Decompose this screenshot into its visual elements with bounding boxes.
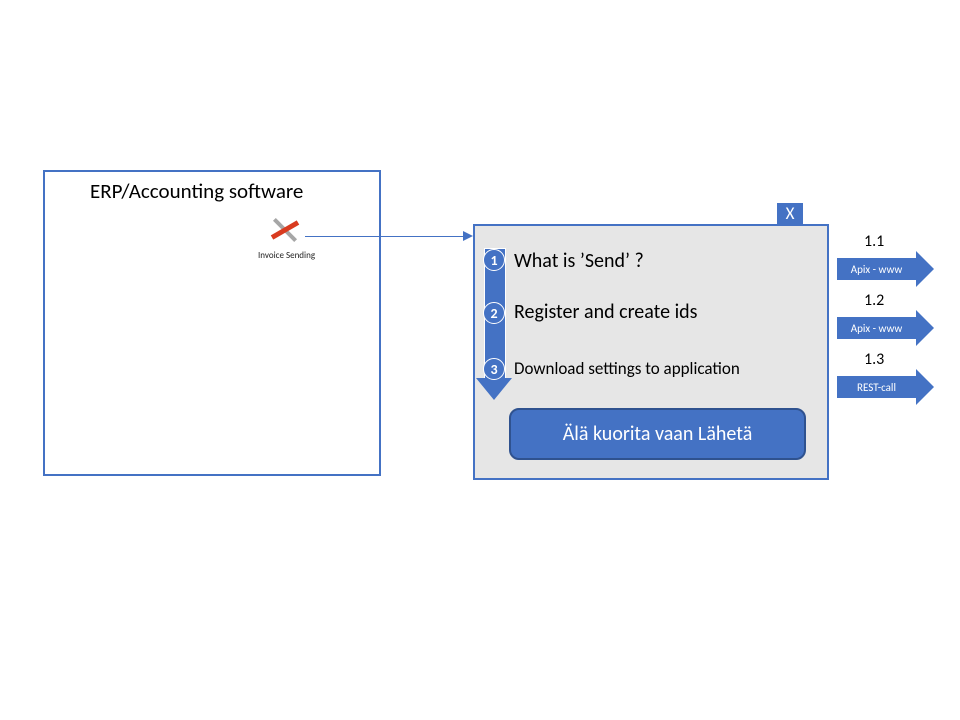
send-button[interactable]: Älä kuorita vaan Lähetä <box>509 408 806 460</box>
erp-box <box>43 170 381 476</box>
connector-arrow <box>305 236 463 237</box>
arrowhead-right-icon <box>463 231 473 241</box>
arrowhead-right-icon <box>916 369 934 405</box>
ext-arrow-1-text: Apix - www <box>836 257 916 281</box>
arrowhead-right-icon <box>916 310 934 346</box>
erp-title: ERP/Accounting software <box>90 178 303 204</box>
ext-arrow-2: Apix - www <box>836 310 936 346</box>
close-x-icon <box>270 215 300 245</box>
step-text-3: Download settings to application <box>514 358 740 379</box>
ext-arrow-1: Apix - www <box>836 251 936 287</box>
ext-label-2: 1.2 <box>864 291 884 310</box>
ext-label-3: 1.3 <box>864 350 884 369</box>
step-circle-1: 1 <box>483 249 505 271</box>
step-circle-3: 3 <box>483 358 505 380</box>
chevron-down-icon <box>476 378 512 400</box>
ext-arrow-3: REST-call <box>836 369 936 405</box>
close-button[interactable]: X <box>777 203 803 225</box>
ext-label-1: 1.1 <box>864 232 884 251</box>
step-text-1: What is ’Send’ ? <box>514 249 644 273</box>
ext-arrow-3-text: REST-call <box>836 375 916 399</box>
invoice-sending-label: Invoice Sending <box>258 250 315 261</box>
step-circle-2: 2 <box>483 302 505 324</box>
step-text-2: Register and create ids <box>514 300 698 324</box>
ext-arrow-2-text: Apix - www <box>836 316 916 340</box>
arrowhead-right-icon <box>916 251 934 287</box>
